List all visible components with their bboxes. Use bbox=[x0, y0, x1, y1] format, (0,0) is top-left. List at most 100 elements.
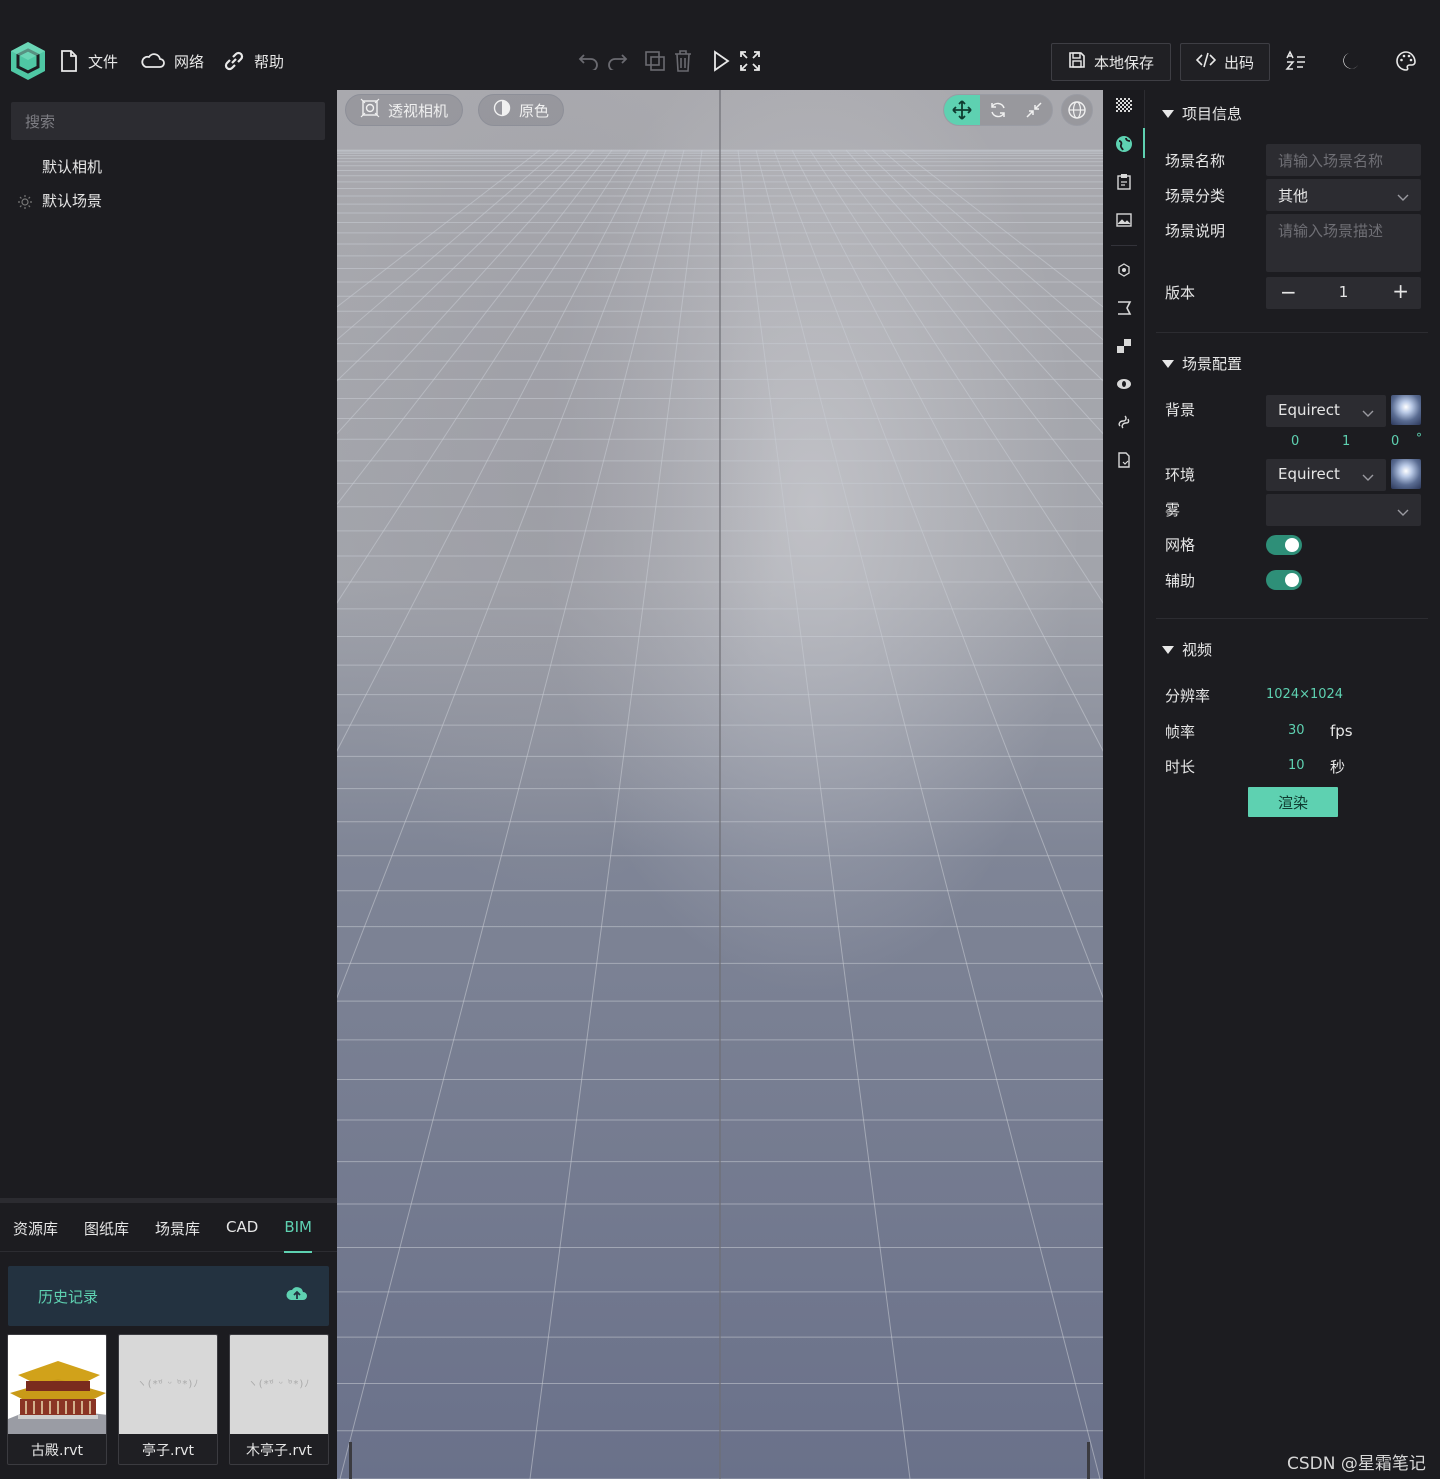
fps-label: 帧率 bbox=[1165, 723, 1196, 741]
flag-icon[interactable] bbox=[1114, 298, 1134, 318]
placeholder-face: ヽ(*ᵒ᷄ ᵕ ᵒ᷅*)ﾉ bbox=[136, 1379, 200, 1390]
environment-select[interactable]: Equirect bbox=[1266, 459, 1386, 491]
tab-cad[interactable]: CAD bbox=[213, 1208, 271, 1252]
effect-icon[interactable] bbox=[1114, 374, 1134, 394]
right-properties-panel: 项目信息 场景名称 请输入场景名称 场景分类 其他 场景说明 请输入场景描述 版… bbox=[1146, 90, 1440, 1479]
contrast-icon bbox=[493, 99, 511, 121]
scene-category-value: 其他 bbox=[1278, 187, 1309, 205]
caret-down-icon bbox=[1162, 359, 1174, 368]
model-thumb-wood-pavilion[interactable]: ヽ(*ᵒ᷄ ᵕ ᵒ᷅*)ﾉ 木亭子.rvt bbox=[229, 1334, 329, 1465]
section-project-info[interactable]: 项目信息 bbox=[1162, 103, 1242, 124]
color-mode-button[interactable]: 原色 bbox=[478, 94, 565, 126]
play-icon[interactable] bbox=[708, 48, 734, 74]
background-texture-thumb[interactable] bbox=[1391, 395, 1421, 425]
scene-category-select[interactable]: 其他 bbox=[1266, 179, 1421, 211]
clipboard-icon[interactable] bbox=[1114, 172, 1134, 192]
placeholder-image: ヽ(*ᵒ᷄ ᵕ ᵒ᷅*)ﾉ bbox=[230, 1335, 328, 1435]
fullscreen-icon[interactable] bbox=[737, 48, 763, 74]
background-label: 背景 bbox=[1165, 401, 1196, 419]
sidebar-divider bbox=[1111, 245, 1137, 246]
menu-file[interactable]: 文件 bbox=[58, 46, 118, 76]
resolution-value[interactable]: 1024×1024 bbox=[1266, 687, 1343, 702]
model-thumb-pavilion[interactable]: ヽ(*ᵒ᷄ ᵕ ᵒ᷅*)ﾉ 亭子.rvt bbox=[118, 1334, 218, 1465]
chevron-down-icon bbox=[1362, 468, 1374, 486]
copy-icon[interactable] bbox=[642, 48, 668, 74]
scene-desc-textarea[interactable]: 请输入场景描述 bbox=[1266, 214, 1421, 272]
undo-icon[interactable] bbox=[576, 48, 602, 74]
render-button[interactable]: 渲染 bbox=[1248, 787, 1338, 817]
viewport-right-handle bbox=[1087, 1442, 1090, 1479]
chevron-down-icon bbox=[1362, 404, 1374, 422]
material-icon[interactable] bbox=[1114, 336, 1134, 356]
grid-toggle[interactable] bbox=[1266, 535, 1302, 555]
script-icon[interactable] bbox=[1114, 412, 1134, 432]
save-icon bbox=[1068, 51, 1086, 73]
duration-label: 时长 bbox=[1165, 758, 1196, 776]
rotate-tool-icon[interactable] bbox=[980, 95, 1016, 125]
menu-help-label: 帮助 bbox=[254, 52, 285, 71]
save-local-button[interactable]: 本地保存 bbox=[1051, 43, 1171, 81]
camera-mode-button[interactable]: 透视相机 bbox=[345, 94, 464, 126]
model-thumb-label: 古殿.rvt bbox=[8, 1434, 106, 1464]
placeholder-face: ヽ(*ᵒ᷄ ᵕ ᵒ᷅*)ﾉ bbox=[247, 1379, 311, 1390]
scale-tool-icon[interactable] bbox=[1016, 95, 1052, 125]
world-space-icon[interactable] bbox=[1061, 94, 1093, 126]
tab-resources[interactable]: 资源库 bbox=[0, 1208, 71, 1252]
fog-label: 雾 bbox=[1165, 501, 1181, 519]
fps-unit: fps bbox=[1330, 722, 1353, 740]
section-title: 项目信息 bbox=[1182, 105, 1243, 123]
physics-icon[interactable] bbox=[1114, 260, 1134, 280]
version-label: 版本 bbox=[1165, 284, 1196, 302]
watermark: CSDN @星霜笔记 bbox=[1287, 1454, 1426, 1474]
tab-scenes[interactable]: 场景库 bbox=[142, 1208, 213, 1252]
sort-icon[interactable] bbox=[1282, 48, 1308, 74]
fps-value[interactable]: 30 bbox=[1288, 723, 1305, 738]
checker-icon[interactable] bbox=[1114, 96, 1134, 116]
menu-network[interactable]: 网络 bbox=[140, 46, 204, 76]
redo-icon[interactable] bbox=[604, 48, 630, 74]
palette-icon[interactable] bbox=[1393, 48, 1419, 74]
scene-globe-icon[interactable] bbox=[1114, 134, 1134, 154]
upload-cloud-icon[interactable] bbox=[285, 1284, 309, 1308]
code-icon bbox=[1195, 52, 1217, 72]
image-icon[interactable] bbox=[1114, 210, 1134, 230]
dark-mode-icon[interactable] bbox=[1338, 48, 1364, 74]
viewport-canvas[interactable] bbox=[337, 90, 1103, 1479]
model-thumb-label: 亭子.rvt bbox=[119, 1434, 217, 1464]
model-thumb-palace[interactable]: 古殿.rvt bbox=[7, 1334, 107, 1465]
search-input[interactable]: 搜索 bbox=[11, 102, 325, 140]
move-tool-icon[interactable] bbox=[944, 95, 980, 125]
plus-icon[interactable]: + bbox=[1392, 279, 1409, 303]
caret-down-icon bbox=[1162, 645, 1174, 654]
scene-name-input[interactable]: 请输入场景名称 bbox=[1266, 144, 1421, 176]
scene-category-label: 场景分类 bbox=[1165, 187, 1226, 205]
background-value: Equirect bbox=[1278, 401, 1340, 419]
environment-texture-thumb[interactable] bbox=[1391, 459, 1421, 489]
duration-value[interactable]: 10 bbox=[1288, 758, 1305, 773]
menu-help[interactable]: 帮助 bbox=[222, 46, 284, 76]
document-icon[interactable] bbox=[1114, 450, 1134, 470]
app-logo-icon[interactable] bbox=[8, 40, 48, 82]
history-bar[interactable]: 历史记录 bbox=[8, 1266, 329, 1326]
delete-icon[interactable] bbox=[670, 48, 696, 74]
palace-preview-image bbox=[8, 1335, 106, 1435]
fog-select[interactable] bbox=[1266, 494, 1421, 526]
bg-rotation-z[interactable]: 0 bbox=[1391, 434, 1399, 449]
helper-toggle[interactable] bbox=[1266, 570, 1302, 590]
3d-viewport[interactable]: 透视相机 原色 bbox=[337, 90, 1103, 1479]
color-mode-label: 原色 bbox=[519, 101, 550, 120]
library-tabs: 资源库 图纸库 场景库 CAD BIM bbox=[0, 1208, 337, 1253]
resolution-label: 分辨率 bbox=[1165, 687, 1211, 705]
bg-rotation-x[interactable]: 0 bbox=[1291, 434, 1299, 449]
background-select[interactable]: Equirect bbox=[1266, 395, 1386, 427]
export-code-button[interactable]: 出码 bbox=[1180, 43, 1270, 81]
tab-drawings[interactable]: 图纸库 bbox=[71, 1208, 142, 1252]
panel-resize-handle[interactable] bbox=[0, 1198, 337, 1203]
bg-rotation-y[interactable]: 1 bbox=[1342, 434, 1350, 449]
tree-item-default-camera[interactable]: 默认相机 bbox=[42, 156, 102, 177]
section-scene-config[interactable]: 场景配置 bbox=[1162, 353, 1242, 374]
tab-bim[interactable]: BIM bbox=[271, 1208, 325, 1253]
tree-item-default-scene[interactable]: 默认场景 bbox=[42, 190, 102, 211]
model-thumb-label: 木亭子.rvt bbox=[230, 1434, 328, 1464]
section-video[interactable]: 视频 bbox=[1162, 639, 1212, 660]
